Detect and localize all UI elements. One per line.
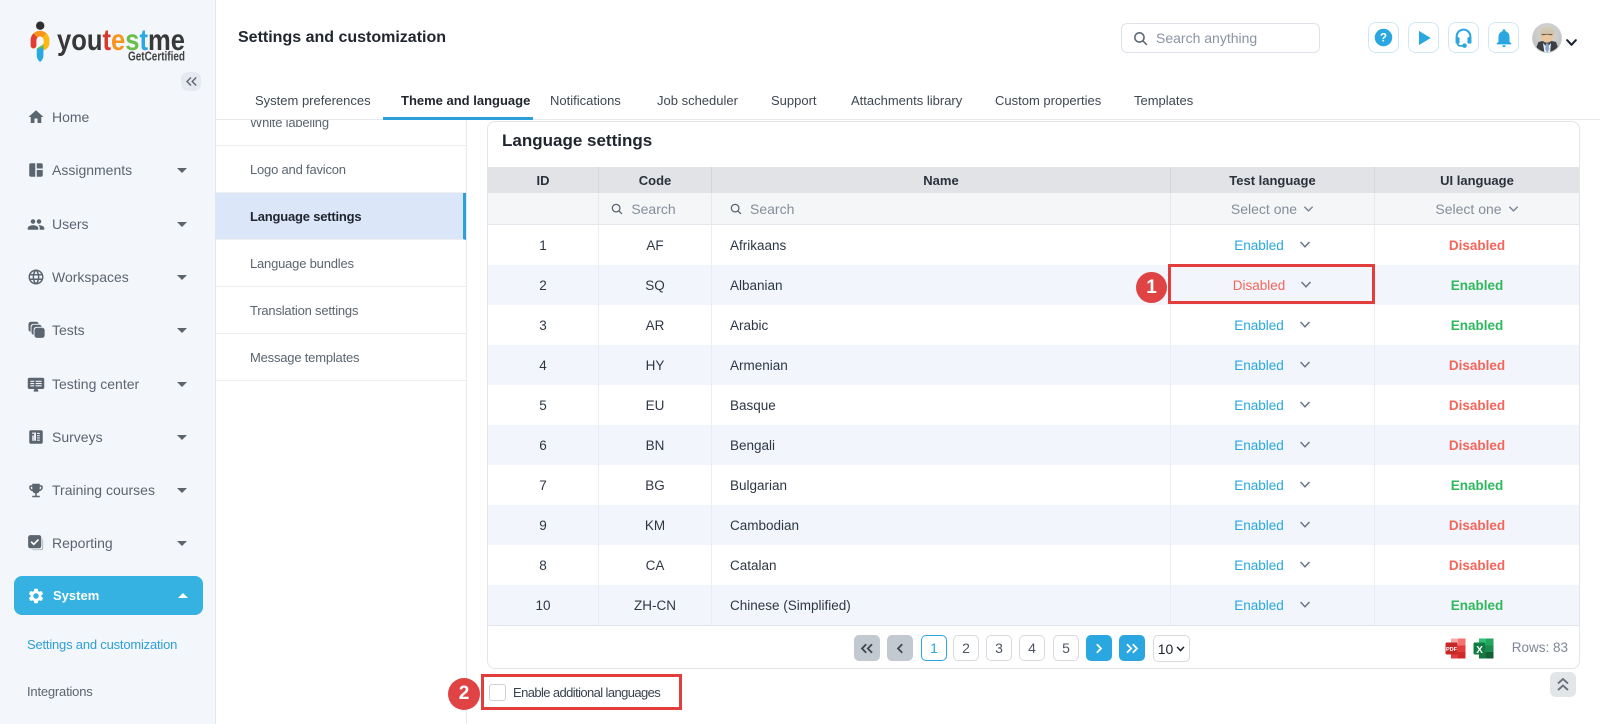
svg-text:PDF: PDF [1446, 647, 1458, 653]
svg-text:X: X [1476, 645, 1483, 656]
svg-text:?: ? [1380, 31, 1387, 45]
svg-text:GetCertified: GetCertified [128, 50, 185, 64]
